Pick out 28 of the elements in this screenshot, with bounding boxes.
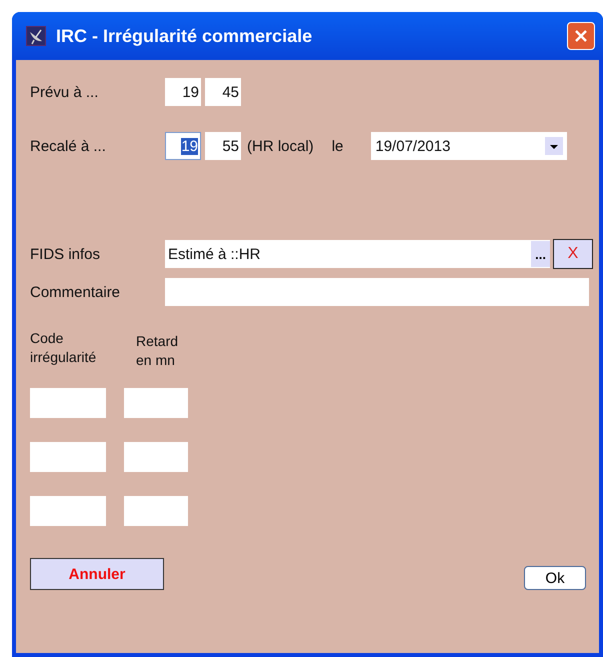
delay-input-field[interactable] bbox=[124, 388, 188, 418]
column-header: Retard en mn bbox=[135, 332, 180, 370]
fids-input-field[interactable]: Estimé à ::HR ... bbox=[165, 240, 550, 268]
delay-input-field[interactable] bbox=[124, 442, 188, 472]
date-dropdown[interactable]: 19/07/2013 bbox=[371, 132, 568, 160]
hour-field[interactable]: 19 bbox=[165, 78, 201, 106]
satellite-dish-icon bbox=[26, 26, 46, 46]
code-input-field[interactable] bbox=[30, 442, 106, 472]
date-label: le bbox=[332, 138, 344, 154]
field-label: Recalé à ... bbox=[30, 138, 107, 154]
code-input-field[interactable] bbox=[30, 496, 106, 526]
window-title: IRC - Irrégularité commerciale bbox=[56, 26, 314, 46]
hour-field[interactable]: 19 bbox=[165, 132, 201, 160]
minute-field[interactable]: 55 bbox=[205, 132, 241, 160]
unit-label: (HR local) bbox=[247, 138, 314, 154]
browse-button[interactable]: ... bbox=[531, 241, 550, 267]
field-label: Commentaire bbox=[30, 284, 122, 300]
delay-input-field[interactable] bbox=[124, 496, 188, 526]
field-label: Prévu à ... bbox=[30, 84, 100, 100]
close-icon[interactable] bbox=[574, 29, 588, 43]
code-input-field[interactable] bbox=[30, 388, 106, 418]
column-header: Code irrégularité bbox=[30, 329, 98, 367]
close-button[interactable] bbox=[567, 22, 595, 50]
field-label: FIDS infos bbox=[30, 246, 102, 262]
comment-input-field[interactable] bbox=[165, 278, 589, 306]
clear-button[interactable]: X bbox=[553, 239, 593, 269]
minute-field[interactable]: 45 bbox=[205, 78, 241, 106]
ok-button[interactable]: Ok bbox=[524, 566, 586, 590]
